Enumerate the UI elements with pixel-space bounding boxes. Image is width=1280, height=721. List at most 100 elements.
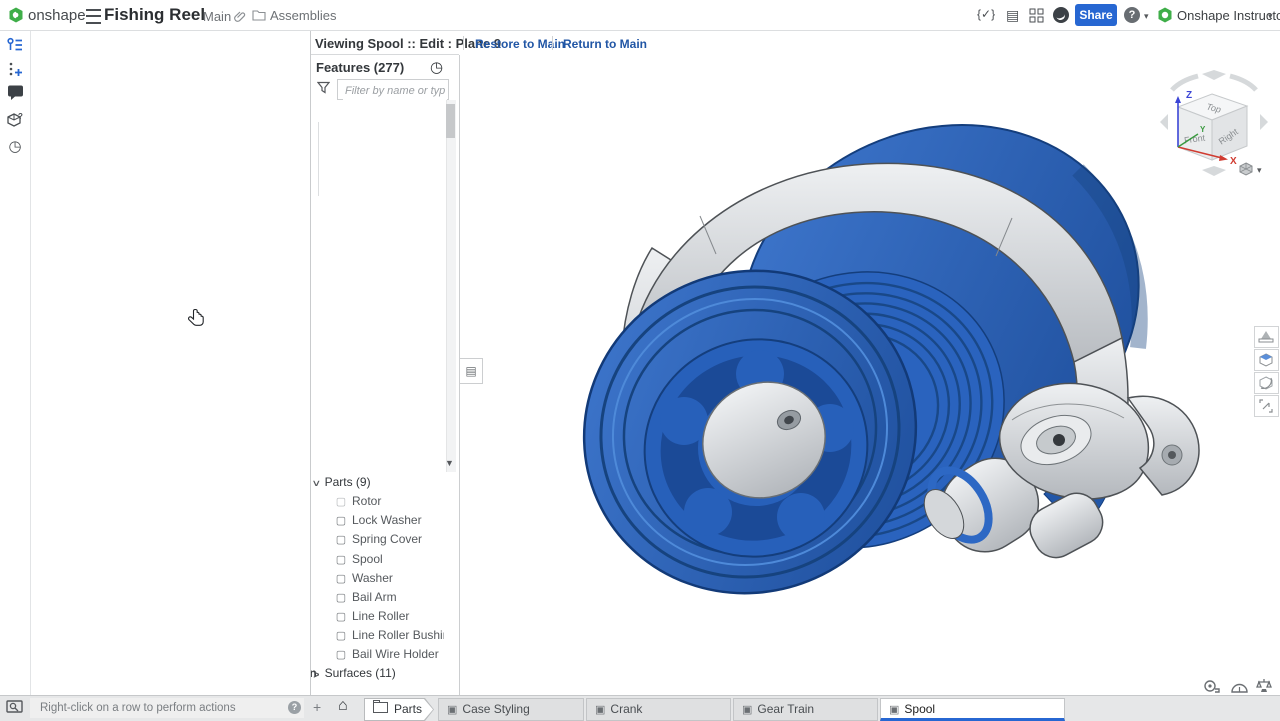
tape-measure-icon[interactable] [1203,679,1220,694]
view-options-button[interactable]: ▾ [1238,162,1254,182]
rotate-view-button[interactable] [1254,372,1279,394]
chevron-right-icon [310,670,326,680]
notes-icon[interactable]: ▤ [1006,7,1019,24]
part-studio-icon [742,700,752,721]
scrollbar-thumb[interactable] [446,104,455,138]
part-icon [334,608,348,626]
part-item[interactable]: Lock Washer [310,511,444,530]
part-icon [334,589,348,607]
tree-group-parts[interactable]: Parts (9) [310,473,444,492]
workspace-name[interactable]: Main [203,9,231,24]
part-item[interactable]: Spring Cover [310,530,444,549]
tab-gear-train[interactable]: Gear Train [733,698,878,721]
view-options-caret-icon: ▾ [1257,165,1262,176]
part-item[interactable]: Bail Arm [310,588,444,607]
part-icon [334,627,348,645]
part-item[interactable]: Bail Wire Holder [310,645,444,664]
filter-icon[interactable] [317,81,330,94]
folder-icon [373,702,388,713]
status-message: Right-click on a row to perform actions … [30,698,304,718]
part-item[interactable]: Line Roller [310,607,444,626]
account-menu[interactable]: Onshape Instructor [1177,8,1280,23]
part-icon [334,493,348,511]
x-axis-label: X [1230,156,1237,167]
tree-guide-line [318,122,319,196]
share-button[interactable]: Share [1075,4,1117,26]
divider [552,36,553,50]
protractor-icon[interactable] [1231,680,1248,693]
section-view-icon [1258,330,1274,344]
tab-parts-outer[interactable]: Parts [364,698,434,721]
parts-help-panel-button[interactable]: ? [4,111,26,133]
tab-crank[interactable]: Crank [586,698,731,721]
part-item[interactable]: Rotor [310,492,444,511]
y-axis-label: Y [1200,125,1206,134]
cursor-hand [188,308,206,329]
named-views-button[interactable] [1254,349,1279,371]
apps-icon[interactable] [1029,8,1044,23]
cube-rotate-right-arrow[interactable] [1230,76,1256,90]
help-caret-icon[interactable]: ▾ [1144,11,1149,22]
part-item[interactable]: Washer [310,569,444,588]
named-views-icon [1258,352,1274,368]
cube-rotate-left-arrow[interactable] [1172,76,1198,90]
brand-text[interactable]: onshape [28,7,86,24]
bottom-bar: Right-click on a row to perform actions … [0,695,1280,721]
divider [310,54,459,55]
home-tab-button[interactable]: ⌂ [338,697,348,715]
versions-history-icon [6,36,24,54]
add-tab-button[interactable]: + [313,699,321,715]
tab-spool[interactable]: Spool [880,698,1065,721]
part-studio-icon [447,700,457,721]
breadcrumb-folder[interactable]: Assemblies [270,8,336,23]
top-bar: onshape Fishing Reel Main Assemblies {✓}… [0,0,1280,31]
comments-panel-button[interactable] [4,85,26,107]
left-panel-strip: ? ◷ [0,30,31,695]
return-to-main-link[interactable]: Return to Main [563,37,647,51]
versions-history-panel-button[interactable] [4,36,26,58]
part-item[interactable]: Line Roller Bushing [310,626,444,645]
link-icon[interactable] [233,9,246,22]
part-icon [334,551,348,569]
part-icon [334,646,348,664]
zoom-window-button[interactable] [1254,395,1279,417]
create-version-icon [6,61,24,79]
create-version-button[interactable] [4,61,26,83]
org-logo-icon [1157,7,1173,23]
history-clock-panel-button[interactable]: ◷ [4,137,26,159]
svg-text:?: ? [18,112,23,121]
model-canvas[interactable] [470,60,1210,680]
cube-arrow-up[interactable] [1202,70,1226,80]
rollback-clock-icon[interactable]: ◷ [430,58,443,76]
screen-lookup-icon[interactable] [6,700,25,716]
tab-case-styling[interactable]: Case Styling [438,698,584,721]
cube-question-icon: ? [6,111,24,129]
feature-filter [337,79,449,100]
help-icon[interactable]: ? [1124,7,1140,23]
scroll-down-icon[interactable]: ▼ [445,458,454,468]
part-icon [334,570,348,588]
viewing-title: Viewing Spool :: Edit : Plane 9 [315,36,501,51]
mass-properties-icon[interactable] [1256,678,1272,694]
filter-input[interactable] [343,81,447,100]
tab-parts[interactable]: Parts [365,699,433,720]
globe-icon[interactable] [1053,7,1069,23]
chevron-down-icon [311,474,321,492]
featurescript-icon[interactable]: {✓} [977,7,995,21]
folder-icon [252,9,266,21]
tree-group-surfaces[interactable]: Surfaces (11) [310,664,444,683]
part-item[interactable]: Spool [310,550,444,569]
part-icon [334,512,348,530]
cube-arrow-right[interactable] [1260,114,1268,130]
scrollbar-track[interactable] [446,100,456,472]
zoom-window-icon [1258,398,1274,414]
status-help-icon[interactable]: ? [288,701,301,714]
section-view-button[interactable] [1254,326,1279,348]
document-title: Fishing Reel [104,5,205,25]
view-cube-menu-icon [1238,162,1254,177]
cube-arrow-left[interactable] [1160,114,1168,130]
onshape-logo-icon[interactable] [8,7,24,23]
menu-icon[interactable] [86,9,101,24]
account-caret-icon[interactable]: ▾ [1268,11,1273,22]
cube-arrow-down[interactable] [1202,166,1226,176]
